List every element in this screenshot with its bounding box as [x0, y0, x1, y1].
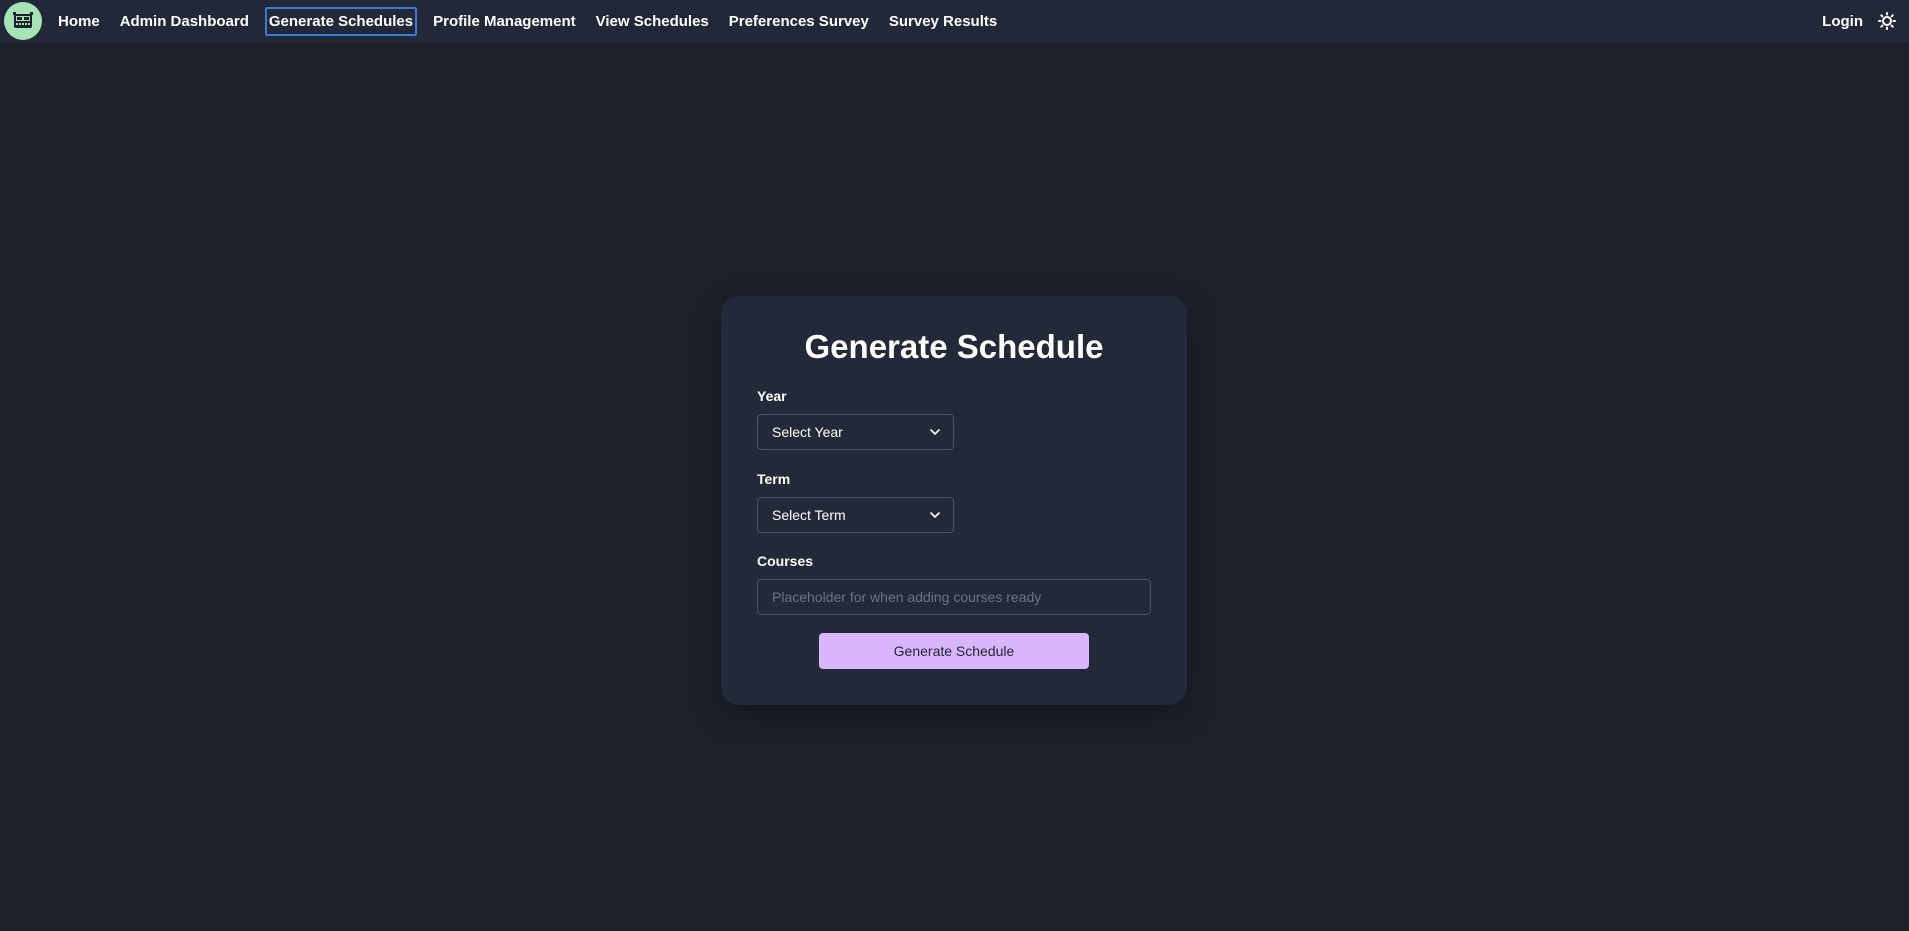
nav-item-profile-management[interactable]: Profile Management	[429, 7, 580, 36]
year-label: Year	[757, 388, 787, 404]
term-label: Term	[757, 471, 791, 487]
term-select-value: Select Term	[772, 507, 846, 523]
chevron-down-icon	[930, 429, 940, 435]
login-link[interactable]: Login	[1822, 13, 1863, 30]
nav-item-home[interactable]: Home	[54, 7, 104, 36]
courses-label: Courses	[757, 553, 814, 569]
chevron-down-icon	[930, 512, 940, 518]
school-bus-icon[interactable]	[4, 2, 42, 40]
year-select-value: Select Year	[772, 424, 843, 440]
year-select[interactable]: Select Year	[757, 414, 954, 450]
generate-schedule-button[interactable]: Generate Schedule	[819, 633, 1089, 669]
top-navbar: Home Admin Dashboard Generate Schedules …	[0, 0, 1909, 42]
nav-item-admin-dashboard[interactable]: Admin Dashboard	[116, 7, 253, 36]
generate-schedule-card: Generate Schedule Year Select Year Term …	[721, 296, 1187, 705]
nav-item-survey-results[interactable]: Survey Results	[885, 7, 1001, 36]
nav-item-generate-schedules[interactable]: Generate Schedules	[264, 6, 418, 36]
courses-input[interactable]	[757, 579, 1151, 615]
term-select[interactable]: Select Term	[757, 497, 954, 533]
sun-icon[interactable]	[1877, 11, 1897, 31]
nav-right: Login	[1822, 0, 1897, 42]
nav-item-preferences-survey[interactable]: Preferences Survey	[725, 7, 873, 36]
nav-links: Home Admin Dashboard Generate Schedules …	[48, 0, 1007, 42]
nav-item-view-schedules[interactable]: View Schedules	[592, 7, 713, 36]
card-title: Generate Schedule	[804, 328, 1104, 365]
